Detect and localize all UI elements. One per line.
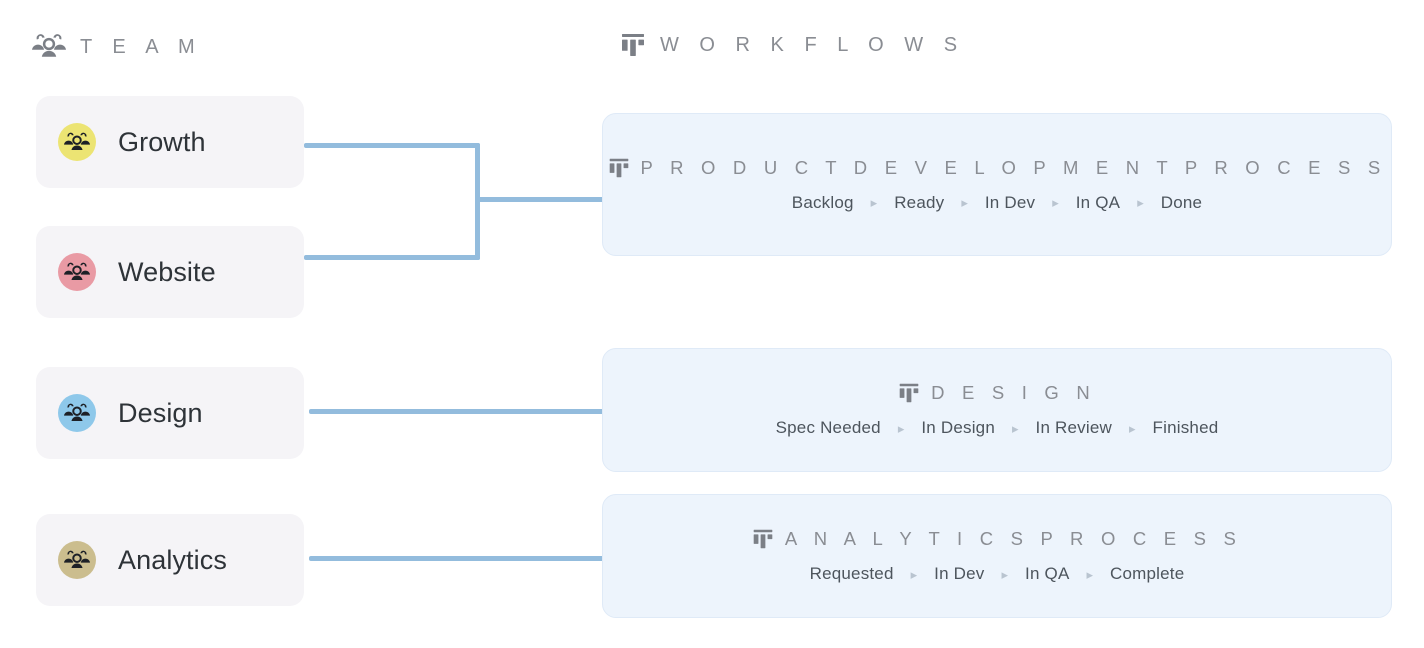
workflow-stage[interactable]: Finished [1153,418,1219,438]
workflow-stage[interactable]: In Dev [985,193,1035,213]
chevron-right-icon: ▸ [897,420,905,436]
chevron-right-icon: ▸ [961,195,968,210]
chevron-right-icon: ▸ [1001,566,1009,582]
workflow-title-row: P R O D U C T D E V E L O P M E N T P R … [608,157,1387,179]
board-icon [898,382,920,404]
team-name-label: Website [118,256,216,287]
workflow-title: P R O D U C T D E V E L O P M E N T P R … [640,156,1387,178]
board-icon [620,32,646,58]
connector-growth-horizontal [304,143,480,148]
workflow-stage[interactable]: In QA [1025,564,1069,584]
workflow-title: A N A L Y T I C S P R O C E S S [784,528,1243,549]
team-avatar [58,541,96,579]
workflow-card-design[interactable]: D E S I G N Spec Needed ▸ In Design ▸ In… [602,348,1392,472]
workflow-stage[interactable]: Ready [894,193,944,213]
team-avatar [58,123,96,161]
workflow-card-analytics-process[interactable]: A N A L Y T I C S P R O C E S S Requeste… [602,494,1392,618]
team-avatar [58,253,96,291]
chevron-right-icon: ▸ [1086,566,1094,582]
chevron-right-icon: ▸ [910,566,918,582]
team-name-label: Growth [118,126,206,157]
workflow-stage[interactable]: Requested [810,564,894,584]
team-name-label: Analytics [118,544,227,575]
workflow-stage-list: Requested ▸ In Dev ▸ In QA ▸ Complete [810,564,1185,584]
team-avatar [58,394,96,432]
workflow-stage[interactable]: In Dev [934,564,984,584]
workflows-column-label: W O R K F L O W S [660,33,965,56]
connector-merge-to-product-workflow [475,197,605,202]
board-icon [608,157,630,179]
workflow-stage-list: Spec Needed ▸ In Design ▸ In Review ▸ Fi… [776,418,1219,438]
workflow-title: D E S I G N [931,382,1096,403]
diagram-canvas: T E A M W O R K F L O W S Growth Website… [0,0,1424,648]
team-card-growth[interactable]: Growth [36,96,304,188]
workflow-stage[interactable]: In Design [921,418,995,438]
team-column-header: T E A M [32,32,202,62]
chevron-right-icon: ▸ [1137,195,1144,210]
workflow-stage[interactable]: In Review [1036,418,1112,438]
chevron-right-icon: ▸ [1128,420,1136,436]
workflows-column-header: W O R K F L O W S [620,32,965,58]
workflow-title-row: A N A L Y T I C S P R O C E S S [752,528,1242,550]
workflow-title-row: D E S I G N [898,382,1096,404]
team-name-label: Design [118,397,203,428]
workflow-stage[interactable]: Backlog [792,193,854,213]
team-card-analytics[interactable]: Analytics [36,514,304,606]
team-card-website[interactable]: Website [36,226,304,318]
workflow-stage[interactable]: Complete [1110,564,1184,584]
workflow-stage[interactable]: Done [1161,193,1202,213]
team-card-design[interactable]: Design [36,367,304,459]
connector-website-horizontal [304,255,480,260]
workflow-stage[interactable]: Spec Needed [776,418,881,438]
chevron-right-icon: ▸ [870,195,878,210]
workflow-stage-list: Backlog ▸ Ready ▸ In Dev ▸ In QA ▸ Done [792,193,1202,213]
people-icon [32,32,66,62]
board-icon [752,528,774,550]
connector-analytics [309,556,605,561]
chevron-right-icon: ▸ [1052,195,1059,210]
chevron-right-icon: ▸ [1012,420,1019,436]
team-column-label: T E A M [80,35,203,58]
workflow-stage[interactable]: In QA [1076,193,1120,213]
connector-design [309,409,605,414]
workflow-card-product-development-process[interactable]: P R O D U C T D E V E L O P M E N T P R … [602,113,1392,256]
